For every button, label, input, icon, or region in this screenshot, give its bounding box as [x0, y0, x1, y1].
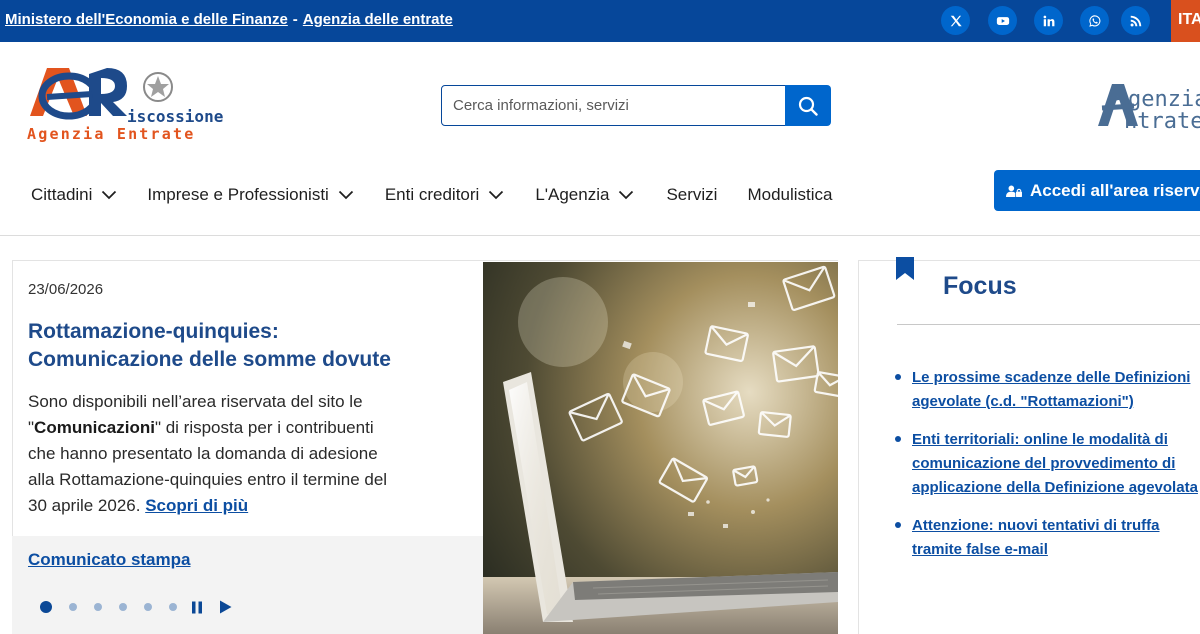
- nav-item-cittadini[interactable]: Cittadini: [31, 185, 117, 205]
- news-date: 23/06/2026: [28, 281, 104, 298]
- search-box: [441, 85, 786, 126]
- carousel-dot[interactable]: [94, 603, 102, 611]
- press-release-link[interactable]: Comunicato stampa: [28, 550, 190, 570]
- rss-icon[interactable]: [1121, 6, 1150, 35]
- news-title[interactable]: Rottamazione-quinquies: Comunicazione de…: [28, 318, 428, 374]
- carousel-dot[interactable]: [169, 603, 177, 611]
- nav-item-agenzia[interactable]: L'Agenzia: [535, 185, 634, 205]
- chevron-down-icon: [489, 190, 504, 200]
- nav-item-imprese[interactable]: Imprese e Professionisti: [147, 185, 353, 205]
- nav-item-label: Imprese e Professionisti: [147, 185, 329, 204]
- top-bar: Ministero dell'Economia e delle Finanze -…: [0, 0, 1200, 42]
- carousel-dot[interactable]: [40, 601, 52, 613]
- nav-item-servizi[interactable]: Servizi: [666, 185, 717, 205]
- news-image: [483, 262, 838, 634]
- ministry-link[interactable]: Ministero dell'Economia e delle Finanze: [5, 11, 288, 28]
- focus-link[interactable]: Enti territoriali: online le modalità di…: [912, 431, 1198, 496]
- user-lock-icon: [1006, 185, 1022, 197]
- riscossione-logo[interactable]: iscossione Agenzia Entrate: [27, 64, 242, 144]
- chevron-down-icon: [619, 190, 634, 200]
- login-button[interactable]: Accedi all'area riservata: [994, 170, 1200, 211]
- bookmark-icon: [895, 257, 915, 286]
- logo-left-line1: iscossione: [127, 107, 223, 126]
- agenzia-entrate-logo[interactable]: genzia ntrate: [1098, 78, 1200, 134]
- news-text: Sono disponibili nell’area riservata del…: [28, 389, 398, 519]
- whatsapp-icon[interactable]: [1080, 6, 1109, 35]
- x-icon[interactable]: [941, 6, 970, 35]
- chevron-down-icon: [338, 190, 353, 200]
- logo-left-line2: Agenzia Entrate: [27, 125, 195, 143]
- language-selector[interactable]: ITA: [1171, 0, 1200, 42]
- focus-list: Le prossime scadenze delle Definizioni a…: [893, 366, 1200, 576]
- login-button-label: Accedi all'area riservata: [1029, 180, 1200, 200]
- carousel-controls: [40, 600, 248, 614]
- play-icon[interactable]: [219, 600, 232, 614]
- search-input[interactable]: [453, 97, 773, 114]
- list-item: Attenzione: nuovi tentativi di truffa tr…: [893, 514, 1200, 562]
- list-item: Enti territoriali: online le modalità di…: [893, 428, 1200, 500]
- search-button[interactable]: [785, 85, 831, 126]
- nav-item-label: Enti creditori: [384, 185, 480, 204]
- carousel-dot[interactable]: [69, 603, 77, 611]
- logo-right-line2: ntrate: [1124, 109, 1200, 134]
- search-icon: [798, 96, 818, 116]
- news-text-bold: Comunicazioni: [34, 418, 155, 437]
- focus-link[interactable]: Attenzione: nuovi tentativi di truffa tr…: [912, 517, 1160, 558]
- chevron-down-icon: [102, 190, 117, 200]
- top-links-separator: -: [292, 11, 298, 28]
- focus-link[interactable]: Le prossime scadenze delle Definizioni a…: [912, 369, 1190, 410]
- nav-item-label: Modulistica: [747, 185, 833, 204]
- read-more-link[interactable]: Scopri di più: [145, 496, 248, 515]
- nav-item-label: L'Agenzia: [535, 185, 610, 204]
- carousel-dot[interactable]: [144, 603, 152, 611]
- main-nav: Cittadini Imprese e Professionisti Enti …: [31, 183, 863, 207]
- top-links: Ministero dell'Economia e delle Finanze -…: [5, 11, 453, 28]
- youtube-icon[interactable]: [988, 6, 1017, 35]
- focus-divider: [897, 324, 1200, 325]
- pause-icon[interactable]: [191, 601, 203, 614]
- carousel-dot[interactable]: [119, 603, 127, 611]
- nav-item-label: Cittadini: [31, 185, 93, 204]
- nav-item-label: Servizi: [666, 185, 718, 204]
- agency-link[interactable]: Agenzia delle entrate: [303, 11, 453, 28]
- nav-item-enti-creditori[interactable]: Enti creditori: [385, 185, 504, 205]
- nav-item-modulistica[interactable]: Modulistica: [747, 185, 832, 205]
- linkedin-icon[interactable]: [1034, 6, 1063, 35]
- focus-title: Focus: [943, 272, 1017, 300]
- list-item: Le prossime scadenze delle Definizioni a…: [893, 366, 1200, 414]
- header-divider: [0, 235, 1200, 236]
